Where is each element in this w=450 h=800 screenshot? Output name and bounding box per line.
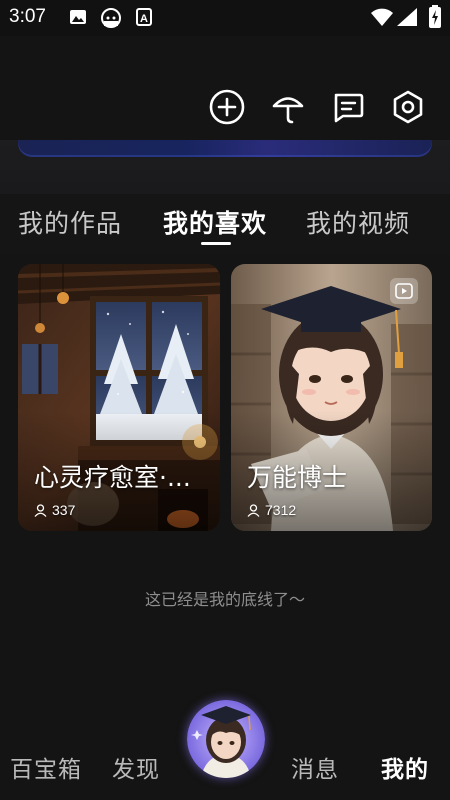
wifi-icon (370, 7, 394, 31)
add-circle-icon[interactable] (208, 88, 246, 126)
banner-card[interactable] (18, 140, 432, 157)
card-count-value: 337 (52, 502, 76, 518)
end-of-list-note: 这已经是我的底线了〜 (144, 590, 305, 609)
battery-charging-icon (428, 5, 442, 33)
avatar (187, 700, 265, 778)
bottom-nav: 百宝箱 发现 消息 我的 (0, 700, 450, 800)
status-time: 3:07 (9, 6, 46, 27)
signal-icon (396, 7, 418, 31)
user-icon (34, 503, 47, 517)
tab-my-likes[interactable]: 我的喜欢 (163, 204, 267, 240)
top-action-bar (0, 36, 450, 140)
android-icon (100, 8, 122, 32)
user-icon (247, 503, 260, 517)
tab-indicator (201, 242, 231, 245)
nav-toolbox[interactable]: 百宝箱 (10, 750, 82, 784)
video-badge-icon (390, 278, 418, 304)
nav-discover[interactable]: 发现 (112, 750, 160, 784)
center-avatar-button[interactable] (187, 700, 265, 778)
card-user-count: 7312 (247, 502, 296, 518)
image-icon (69, 8, 87, 30)
umbrella-icon[interactable] (269, 88, 307, 126)
card-title: 万能博士 (247, 463, 348, 492)
font-a-icon: A (136, 8, 152, 30)
settings-icon[interactable] (389, 88, 427, 126)
message-icon[interactable] (329, 88, 367, 126)
svg-text:A: A (140, 13, 148, 25)
nav-messages[interactable]: 消息 (291, 750, 339, 784)
card-user-count: 337 (34, 502, 75, 518)
card-count-value: 7312 (265, 502, 297, 518)
profile-tabs: 我的作品 我的喜欢 我的视频 (0, 194, 450, 254)
status-bar: 3:07 A (0, 0, 450, 36)
liked-card[interactable]: 心灵疗愈室·... 337 (18, 264, 220, 531)
tab-my-videos[interactable]: 我的视频 (306, 204, 410, 240)
tab-my-works[interactable]: 我的作品 (18, 204, 122, 240)
nav-mine[interactable]: 我的 (381, 750, 429, 784)
card-title: 心灵疗愈室·... (34, 463, 191, 492)
liked-card[interactable]: 万能博士 7312 (231, 264, 432, 531)
